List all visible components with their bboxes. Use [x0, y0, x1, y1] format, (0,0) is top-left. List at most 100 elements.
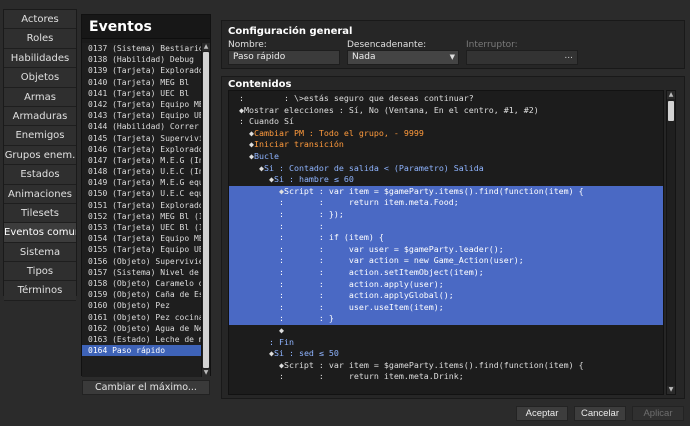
- command-text: : : var action = new Game_Action(user);: [278, 255, 524, 266]
- command-line[interactable]: : : action.setItemObject(item);: [229, 267, 663, 279]
- command-line[interactable]: ◆Script : var item = $gameParty.items().…: [229, 185, 663, 198]
- list-item[interactable]: 0155 (Tarjeta) Equipo UEC…: [82, 244, 201, 255]
- list-item[interactable]: 0139 (Tarjeta) Explorador…: [82, 65, 201, 76]
- tab-sistema[interactable]: Sistema: [4, 242, 76, 263]
- list-item[interactable]: 0152 (Tarjeta) MEG Bl (In…: [82, 211, 201, 222]
- tab-tipos[interactable]: Tipos: [4, 262, 76, 282]
- command-line[interactable]: ◆Script : var item = $gameParty.items().…: [229, 360, 663, 372]
- change-max-button[interactable]: Cambiar el máximo...: [82, 380, 210, 395]
- command-line[interactable]: : Cuando Sí: [229, 116, 663, 128]
- scroll-up-icon[interactable]: ▲: [202, 43, 210, 51]
- tab-armaduras[interactable]: Armaduras: [4, 106, 76, 127]
- command-line[interactable]: : : }: [229, 313, 663, 325]
- list-item[interactable]: 0158 (Objeto) Caramelo de…: [82, 278, 201, 289]
- command-line[interactable]: : : action.applyGlobal();: [229, 290, 663, 302]
- list-item[interactable]: 0137 (Sistema) Bestiario: [82, 43, 201, 54]
- command-text: : : var user = $gameParty.leader();: [278, 243, 504, 254]
- command-line[interactable]: : : return item.meta.Food;: [229, 197, 663, 209]
- command-line[interactable]: ◆Mostrar elecciones : Sí, No (Ventana, E…: [229, 105, 663, 117]
- contents-scrollbar[interactable]: ▲ ▼: [666, 90, 676, 395]
- list-item[interactable]: 0161 (Objeto) Pez cocinado: [82, 312, 201, 323]
- tab-grupos-enem-[interactable]: Grupos enem.: [4, 145, 76, 166]
- list-item[interactable]: 0147 (Tarjeta) M.E.G (Ing…: [82, 155, 201, 166]
- command-text: : : return item.meta.Drink;: [278, 371, 464, 382]
- scroll-up-icon[interactable]: ▲: [667, 91, 675, 99]
- cancel-button[interactable]: Cancelar: [574, 406, 626, 421]
- list-item[interactable]: 0162 (Objeto) Agua de Neó…: [82, 323, 201, 334]
- list-item[interactable]: 0156 (Objeto) Superviviente: [82, 256, 201, 267]
- trigger-select[interactable]: Nada ▼: [347, 50, 459, 65]
- command-line[interactable]: ◆Iniciar transición: [229, 139, 663, 151]
- list-item[interactable]: 0150 (Tarjeta) U.E.C equi…: [82, 188, 201, 199]
- command-line[interactable]: : : });: [229, 209, 663, 221]
- list-item[interactable]: 0143 (Tarjeta) Equipo UEC…: [82, 110, 201, 121]
- scroll-down-icon[interactable]: ▼: [202, 369, 210, 377]
- command-line[interactable]: : : return item.meta.Drink;: [229, 371, 663, 383]
- tab-términos[interactable]: Términos: [4, 281, 76, 301]
- list-item[interactable]: 0148 (Tarjeta) U.E.C (Ing…: [82, 166, 201, 177]
- command-line[interactable]: : : action.apply(user);: [229, 278, 663, 291]
- list-item[interactable]: 0142 (Tarjeta) Equipo MEG…: [82, 99, 201, 110]
- command-text: : : return item.meta.Food;: [278, 197, 459, 208]
- command-text: : Fin: [268, 336, 294, 347]
- scroll-down-icon[interactable]: ▼: [667, 386, 675, 394]
- command-line[interactable]: ◆Si : Contador de salida < (Parametro) S…: [229, 163, 663, 175]
- command-line[interactable]: ◆Si : hambre ≤ 60: [229, 174, 663, 186]
- command-line[interactable]: : : var action = new Game_Action(user);: [229, 255, 663, 267]
- list-scrollbar[interactable]: ▲ ▼: [201, 43, 210, 377]
- apply-button[interactable]: Aplicar: [632, 406, 684, 421]
- list-item[interactable]: 0144 (Habilidad) Correr p…: [82, 121, 201, 132]
- command-line[interactable]: ◆Si : sed ≤ 50: [229, 348, 663, 360]
- command-line[interactable]: : Fin: [229, 336, 663, 349]
- command-line[interactable]: : : \>estás seguro que deseas continuar?: [229, 93, 663, 105]
- tab-estados[interactable]: Estados: [4, 165, 76, 185]
- tab-armas[interactable]: Armas: [4, 87, 76, 107]
- list-item[interactable]: 0146 (Tarjeta) Explorador…: [82, 144, 201, 155]
- command-line[interactable]: ◆: [229, 325, 663, 337]
- switch-field[interactable]: ...: [466, 50, 578, 65]
- list-item[interactable]: 0157 (Sistema) Nivel de r…: [82, 267, 201, 278]
- contents-scrollbar-thumb[interactable]: [668, 101, 674, 121]
- command-line[interactable]: : : if (item) {: [229, 232, 663, 244]
- command-text: Si : sed ≤ 50: [273, 348, 339, 359]
- list-item[interactable]: 0153 (Tarjeta) UEC Bl (In…: [82, 222, 201, 233]
- ok-button[interactable]: Aceptar: [516, 406, 568, 421]
- list-item[interactable]: 0160 (Objeto) Pez: [82, 300, 201, 311]
- list-item[interactable]: 0151 (Tarjeta) Explorador…: [82, 200, 201, 211]
- command-line[interactable]: ◆Cambiar PM : Todo el grupo, - 9999: [229, 128, 663, 140]
- tab-animaciones[interactable]: Animaciones: [4, 184, 76, 204]
- list-item[interactable]: 0154 (Tarjeta) Equipo MEG…: [82, 233, 201, 244]
- trigger-label: Desencadenante:: [347, 40, 427, 50]
- name-field[interactable]: Paso rápido: [228, 50, 340, 65]
- list-title: Eventos comunes: [82, 15, 210, 59]
- tab-objetos[interactable]: Objetos: [4, 68, 76, 88]
- list-item[interactable]: 0145 (Tarjeta) Supervivie…: [82, 133, 201, 144]
- list-item[interactable]: 0159 (Objeto) Caña de Esp…: [82, 289, 201, 300]
- list-item[interactable]: 0149 (Tarjeta) M.E.G equi…: [82, 177, 201, 188]
- command-text: : : action.apply(user);: [278, 278, 444, 289]
- tab-roles[interactable]: Roles: [4, 29, 76, 49]
- command-line[interactable]: : : user.useItem(item);: [229, 301, 663, 314]
- list-item[interactable]: 0140 (Tarjeta) MEG Bl: [82, 77, 201, 88]
- command-line[interactable]: : : var user = $gameParty.leader();: [229, 243, 663, 256]
- list-item[interactable]: 0141 (Tarjeta) UEC Bl: [82, 88, 201, 99]
- list-item[interactable]: 0164 Paso rápido: [82, 345, 201, 357]
- tab-habilidades[interactable]: Habilidades: [4, 48, 76, 69]
- list-scrollbar-thumb[interactable]: [203, 52, 209, 368]
- tab-actores[interactable]: Actores: [4, 10, 76, 30]
- list-item[interactable]: 0163 (Estado) Leche de ma…: [82, 334, 201, 345]
- tab-enemigos[interactable]: Enemigos: [4, 126, 76, 146]
- tab-eventos-comunes[interactable]: Eventos comunes: [4, 223, 76, 243]
- command-line[interactable]: : :: [229, 220, 663, 233]
- tab-tilesets[interactable]: Tilesets: [4, 203, 76, 224]
- event-command-list[interactable]: : : \>estás seguro que deseas continuar?…: [228, 90, 664, 395]
- list-item[interactable]: 0138 (Habilidad) Debug: [82, 54, 201, 65]
- command-line[interactable]: ◆Bucle: [229, 151, 663, 163]
- common-events-list-panel: Eventos comunes 0137 (Sistema) Bestiario…: [81, 14, 211, 377]
